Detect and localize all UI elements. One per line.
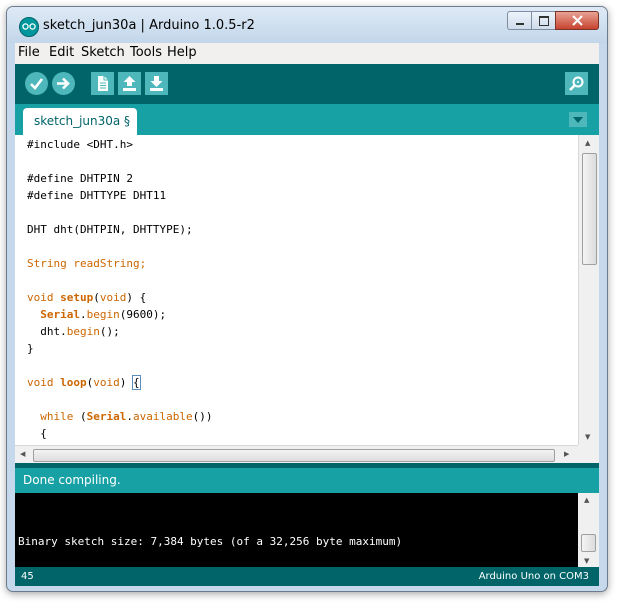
- window-title: sketch_jun30a | Arduino 1.0.5-r2: [43, 18, 255, 33]
- menu-bar: File Edit Sketch Tools Help: [15, 43, 599, 64]
- code-line-loop: void loop(void) {: [27, 375, 141, 390]
- editor-horizontal-scrollbar[interactable]: ◀ ▶: [15, 445, 578, 463]
- code-line-setup: void setup(void) {: [27, 291, 147, 304]
- upload-icon: [57, 77, 70, 90]
- minimize-icon: [516, 23, 524, 25]
- serial-monitor-icon: [569, 76, 584, 91]
- footer-bar: 45 Arduino Uno on COM3: [15, 567, 599, 586]
- save-icon: [150, 76, 163, 91]
- status-bar: Done compiling.: [15, 468, 599, 493]
- scroll-corner: [578, 445, 599, 463]
- console-scroll-down-icon[interactable]: ▼: [584, 557, 589, 565]
- tab-sketch[interactable]: sketch_jun30a §: [23, 108, 137, 135]
- console-scrollbar[interactable]: ▲ ▼: [578, 493, 599, 567]
- toolbar: [15, 64, 599, 104]
- console-text: Binary sketch size: 7,384 bytes (of a 32…: [18, 535, 403, 548]
- editor-vertical-scrollbar[interactable]: ▲ ▼: [578, 135, 599, 445]
- vertical-scroll-thumb[interactable]: [582, 153, 597, 265]
- open-button[interactable]: [118, 72, 141, 95]
- console-scroll-thumb[interactable]: [581, 534, 596, 552]
- menu-edit[interactable]: Edit: [49, 45, 74, 60]
- menu-tools[interactable]: Tools: [130, 45, 162, 60]
- maximize-icon: [539, 16, 549, 26]
- serial-monitor-button[interactable]: [565, 72, 588, 95]
- minimize-button[interactable]: [507, 11, 532, 30]
- code-line-dht-begin: dht.begin();: [27, 325, 120, 338]
- chevron-down-icon: [573, 117, 583, 123]
- code-line: DHT dht(DHTPIN, DHTTYPE);: [27, 223, 193, 236]
- save-button[interactable]: [145, 72, 168, 95]
- close-button[interactable]: [555, 11, 599, 30]
- close-icon: [572, 15, 583, 26]
- arduino-window: sketch_jun30a | Arduino 1.0.5-r2 File Ed…: [6, 6, 608, 592]
- arduino-logo-icon: [19, 17, 39, 37]
- menu-help[interactable]: Help: [167, 45, 197, 60]
- scroll-left-icon[interactable]: ◀: [20, 450, 25, 458]
- scroll-up-icon[interactable]: ▲: [585, 139, 590, 147]
- code-line-serial-begin: Serial.begin(9600);: [40, 308, 167, 321]
- console-output[interactable]: Binary sketch size: 7,384 bytes (of a 32…: [15, 493, 578, 567]
- board-port-label: Arduino Uno on COM3: [478, 571, 589, 582]
- new-button[interactable]: [91, 72, 114, 95]
- tab-bar: sketch_jun30a §: [15, 104, 599, 135]
- code-line: #define DHTTYPE DHT11: [27, 189, 167, 202]
- code-line-while: while (Serial.available()): [40, 410, 213, 423]
- status-message: Done compiling.: [23, 473, 121, 487]
- console-scroll-up-icon[interactable]: ▲: [584, 496, 589, 504]
- scroll-right-icon[interactable]: ▶: [564, 450, 569, 458]
- verify-button[interactable]: [25, 72, 48, 95]
- new-icon: [98, 76, 108, 91]
- upload-button[interactable]: [52, 72, 75, 95]
- scroll-down-icon[interactable]: ▼: [585, 433, 590, 441]
- code-line: #define DHTPIN 2: [27, 172, 133, 185]
- tab-menu-button[interactable]: [569, 112, 587, 127]
- line-number: 45: [21, 571, 34, 582]
- verify-icon: [30, 78, 44, 90]
- horizontal-scroll-thumb[interactable]: [33, 449, 555, 462]
- title-bar[interactable]: sketch_jun30a | Arduino 1.0.5-r2: [7, 7, 607, 43]
- code-line: {: [27, 427, 47, 440]
- code-line: #include <DHT.h>: [27, 138, 133, 151]
- tab-label: sketch_jun30a §: [34, 114, 131, 128]
- menu-file[interactable]: File: [18, 45, 40, 60]
- code-line: String readString;: [27, 257, 147, 270]
- maximize-button[interactable]: [531, 11, 556, 30]
- open-icon: [123, 76, 136, 91]
- code-line: }: [27, 342, 34, 355]
- code-editor[interactable]: #include <DHT.h> #define DHTPIN 2 #defin…: [15, 135, 578, 445]
- menu-sketch[interactable]: Sketch: [81, 45, 125, 60]
